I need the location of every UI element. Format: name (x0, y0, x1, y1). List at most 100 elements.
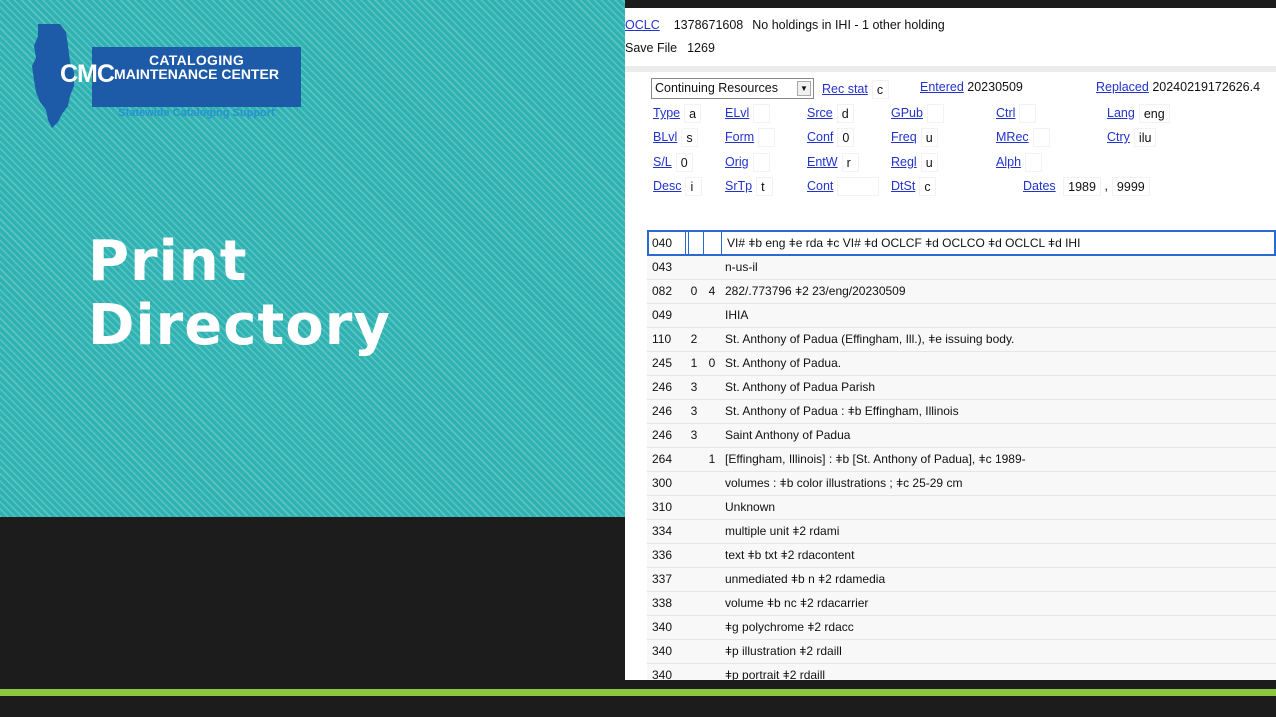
ff-srtp-link[interactable]: SrTp (725, 179, 752, 193)
marc-field-i1[interactable] (687, 568, 701, 591)
ff-cont-link[interactable]: Cont (807, 179, 833, 193)
marc-field-text[interactable]: St. Anthony of Padua : ǂb Effingham, Ill… (725, 400, 959, 423)
marc-field-i2[interactable] (705, 256, 719, 279)
ff-regl-link[interactable]: Regl (891, 155, 917, 169)
marc-field-i1[interactable] (688, 232, 704, 254)
ff-freq-value[interactable]: u (920, 128, 938, 147)
ff-dates-value1[interactable]: 1989 (1063, 177, 1101, 196)
marc-field-i2[interactable] (705, 328, 719, 351)
ff-ctrl-link[interactable]: Ctrl (996, 106, 1015, 120)
marc-field-i1[interactable] (687, 592, 701, 615)
marc-field-i1[interactable] (687, 520, 701, 543)
marc-field-text[interactable]: VI# ǂb eng ǂe rda ǂc VI# ǂd OCLCF ǂd OCL… (727, 232, 1080, 255)
ff-type-value[interactable]: a (684, 104, 702, 123)
marc-field-tag[interactable]: 246 (652, 424, 682, 447)
marc-field-text[interactable]: multiple unit ǂ2 rdami (725, 520, 839, 543)
ff-dates-link[interactable]: Dates (1023, 179, 1056, 193)
marc-field-tag[interactable]: 338 (652, 592, 682, 615)
marc-field-tag[interactable]: 310 (652, 496, 682, 519)
ff-ctrl-value[interactable] (1019, 104, 1037, 123)
marc-field-i2[interactable] (705, 544, 719, 567)
ff-gpub-value[interactable] (926, 104, 944, 123)
marc-field-row[interactable]: 082 0 4 282/.773796 ǂ2 23/eng/20230509 (647, 280, 1276, 304)
marc-field-row-selected[interactable]: 040 VI# ǂb eng ǂe rda ǂc VI# ǂd OCLCF ǂd … (647, 230, 1276, 256)
marc-field-i2[interactable]: 1 (705, 448, 719, 471)
marc-field-tag[interactable]: 340 (652, 640, 682, 663)
marc-field-i2[interactable] (705, 640, 719, 663)
ff-entw-link[interactable]: EntW (807, 155, 838, 169)
marc-field-text[interactable]: unmediated ǂb n ǂ2 rdamedia (725, 568, 885, 591)
marc-field-row[interactable]: 246 3 St. Anthony of Padua Parish (647, 376, 1276, 400)
marc-field-row[interactable]: 049 IHIA (647, 304, 1276, 328)
marc-field-i1[interactable] (687, 304, 701, 327)
marc-field-tag[interactable]: 336 (652, 544, 682, 567)
marc-field-i2[interactable] (705, 616, 719, 639)
marc-field-row[interactable]: 300 volumes : ǂb color illustrations ; ǂc… (647, 472, 1276, 496)
marc-field-i2[interactable] (705, 592, 719, 615)
marc-field-text[interactable]: Unknown (725, 496, 775, 519)
marc-field-text[interactable]: n-us-il (725, 256, 758, 279)
marc-field-tag[interactable]: 264 (652, 448, 682, 471)
marc-field-text[interactable]: text ǂb txt ǂ2 rdacontent (725, 544, 854, 567)
marc-field-i1[interactable] (687, 664, 701, 680)
ff-type-link[interactable]: Type (653, 106, 680, 120)
marc-field-i2[interactable] (705, 400, 719, 423)
marc-field-i1[interactable] (687, 616, 701, 639)
marc-field-i2[interactable] (705, 496, 719, 519)
ff-gpub-link[interactable]: GPub (891, 106, 923, 120)
marc-field-tag[interactable]: 246 (652, 376, 682, 399)
ff-lang-link[interactable]: Lang (1107, 106, 1135, 120)
ff-sl-value[interactable]: 0 (675, 153, 693, 172)
ff-entered-link[interactable]: Entered (920, 80, 964, 94)
marc-field-row[interactable]: 336 text ǂb txt ǂ2 rdacontent (647, 544, 1276, 568)
marc-field-text[interactable]: ǂp illustration ǂ2 rdaill (725, 640, 842, 663)
marc-field-tag[interactable]: 340 (652, 616, 682, 639)
marc-field-row[interactable]: 310 Unknown (647, 496, 1276, 520)
marc-field-i2[interactable] (705, 376, 719, 399)
ff-dtst-link[interactable]: DtSt (891, 179, 915, 193)
ff-entw-value[interactable]: r (841, 153, 859, 172)
marc-field-row[interactable]: 264 1 [Effingham, Illinois] : ǂb [St. Anth… (647, 448, 1276, 472)
chevron-down-icon[interactable]: ▼ (797, 81, 811, 96)
oclc-link[interactable]: OCLC (625, 18, 660, 32)
ff-form-value[interactable] (758, 128, 776, 147)
marc-field-tag[interactable]: 245 (652, 352, 682, 375)
ff-srtp-value[interactable]: t (756, 177, 774, 196)
ff-blvl-link[interactable]: BLvl (653, 130, 677, 144)
marc-field-text[interactable]: ǂp portrait ǂ2 rdaill (725, 664, 825, 680)
ff-mrec-value[interactable] (1032, 128, 1050, 147)
ff-mrec-link[interactable]: MRec (996, 130, 1029, 144)
marc-field-i1[interactable]: 3 (687, 400, 701, 423)
marc-field-text[interactable]: Saint Anthony of Padua (725, 424, 850, 447)
marc-field-row[interactable]: 340 ǂp illustration ǂ2 rdaill (647, 640, 1276, 664)
ff-elvl-value[interactable] (753, 104, 771, 123)
ff-elvl-link[interactable]: ELvl (725, 106, 749, 120)
ff-orig-value[interactable] (752, 153, 770, 172)
marc-field-text[interactable]: St. Anthony of Padua. (725, 352, 841, 375)
marc-field-text[interactable]: [Effingham, Illinois] : ǂb [St. Anthony … (725, 448, 1026, 471)
ff-lang-value[interactable]: eng (1138, 104, 1170, 123)
ff-sl-link[interactable]: S/L (653, 155, 672, 169)
marc-field-i2[interactable] (705, 472, 719, 495)
marc-field-text[interactable]: St. Anthony of Padua Parish (725, 376, 875, 399)
ff-rec-stat-link[interactable]: Rec stat (822, 82, 868, 96)
marc-field-text[interactable]: IHIA (725, 304, 748, 327)
ff-rec-stat-value[interactable]: c (871, 80, 889, 99)
marc-field-row[interactable]: 246 3 Saint Anthony of Padua (647, 424, 1276, 448)
marc-field-text[interactable]: volume ǂb nc ǂ2 rdacarrier (725, 592, 868, 615)
marc-field-i1[interactable] (687, 256, 701, 279)
marc-field-row[interactable]: 334 multiple unit ǂ2 rdami (647, 520, 1276, 544)
marc-field-tag[interactable]: 082 (652, 280, 682, 303)
ff-regl-value[interactable]: u (920, 153, 938, 172)
marc-field-i2[interactable]: 0 (705, 352, 719, 375)
ff-form-link[interactable]: Form (725, 130, 754, 144)
ff-replaced-link[interactable]: Replaced (1096, 80, 1149, 94)
ff-srce-value[interactable]: d (836, 104, 854, 123)
marc-field-i1[interactable] (687, 544, 701, 567)
ff-alph-link[interactable]: Alph (996, 155, 1021, 169)
ff-srce-link[interactable]: Srce (807, 106, 833, 120)
marc-field-text[interactable]: ǂg polychrome ǂ2 rdacc (725, 616, 854, 639)
marc-field-i1[interactable]: 0 (687, 280, 701, 303)
ff-orig-link[interactable]: Orig (725, 155, 749, 169)
marc-field-i1[interactable] (687, 496, 701, 519)
